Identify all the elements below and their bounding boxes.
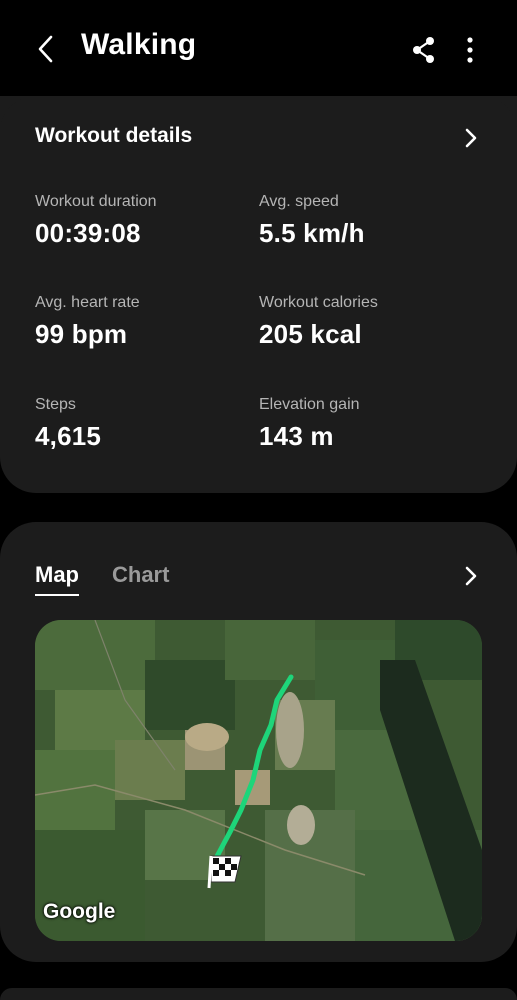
workout-details-title: Workout details <box>35 124 193 147</box>
stat-label: Steps <box>35 396 76 413</box>
stat-elevation-gain: Elevation gain 143 m <box>259 396 360 452</box>
page-title: Walking <box>81 28 197 61</box>
tab-chart[interactable]: Chart <box>112 562 169 594</box>
satellite-map <box>35 620 482 941</box>
stat-avg-heart-rate: Avg. heart rate 99 bpm <box>35 294 140 350</box>
next-card-edge <box>0 988 517 1000</box>
stat-label: Avg. speed <box>259 193 339 210</box>
back-arrow-icon <box>38 35 53 63</box>
share-icon <box>413 37 434 63</box>
stat-workout-duration: Workout duration 00:39:08 <box>35 193 157 249</box>
share-button[interactable] <box>408 34 440 66</box>
stat-value: 205 kcal <box>259 319 362 349</box>
chevron-right-icon[interactable] <box>461 564 481 588</box>
more-vertical-icon <box>467 37 473 63</box>
route-card: Map Chart Google <box>0 522 517 962</box>
more-options-button[interactable] <box>458 34 482 66</box>
stat-label: Elevation gain <box>259 396 360 413</box>
google-attribution: Google <box>43 900 116 923</box>
tab-map[interactable]: Map <box>35 562 79 596</box>
checkered-flag-icon <box>207 855 242 889</box>
stat-label: Workout duration <box>35 193 157 210</box>
screen: Walking Workout details Workout duration… <box>0 0 517 1000</box>
workout-details-header[interactable]: Workout details <box>35 124 485 154</box>
stat-value: 4,615 <box>35 421 102 451</box>
stat-avg-speed: Avg. speed 5.5 km/h <box>259 193 365 249</box>
stat-steps: Steps 4,615 <box>35 396 101 452</box>
stat-value: 00:39:08 <box>35 218 141 248</box>
workout-details-card: Workout details Workout duration 00:39:0… <box>0 96 517 493</box>
stat-value: 5.5 km/h <box>259 218 365 248</box>
back-button[interactable] <box>28 30 62 68</box>
stat-value: 99 bpm <box>35 319 128 349</box>
app-header: Walking <box>0 0 517 96</box>
stat-value: 143 m <box>259 421 334 451</box>
stat-workout-calories: Workout calories 205 kcal <box>259 294 378 350</box>
chevron-right-icon <box>465 128 477 148</box>
stat-label: Avg. heart rate <box>35 294 140 311</box>
stat-label: Workout calories <box>259 294 378 311</box>
route-map[interactable]: Google <box>35 620 482 941</box>
